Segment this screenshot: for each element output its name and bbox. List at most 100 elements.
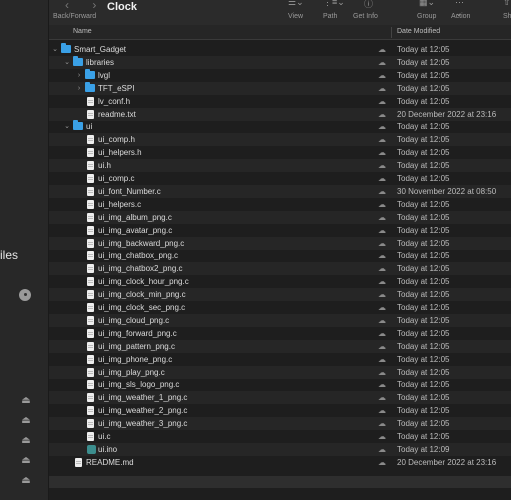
document-icon <box>87 199 94 209</box>
folder-row[interactable]: › TFT_eSPI ☁ Today at 12:05 <box>49 81 511 95</box>
folder-icon <box>85 68 95 79</box>
document-icon <box>87 212 94 222</box>
path-label: Path <box>323 13 338 20</box>
file-row[interactable]: ui_img_phone_png.c ☁ Today at 12:05 <box>49 353 511 366</box>
file-row[interactable]: ui_helpers.h ☁ Today at 12:05 <box>49 146 511 159</box>
date-modified: Today at 12:05 <box>397 380 450 390</box>
cloud-icon: ☁ <box>378 341 386 351</box>
cloud-icon: ☁ <box>378 367 386 377</box>
document-icon <box>87 264 94 274</box>
file-name: ui_img_play_png.c <box>98 367 165 377</box>
chevron-down-icon[interactable]: ⌄ <box>51 43 59 56</box>
date-modified: Today at 12:05 <box>397 161 450 171</box>
date-modified: Today at 12:05 <box>397 212 450 222</box>
file-row[interactable]: ui_img_play_png.c ☁ Today at 12:05 <box>49 365 511 379</box>
file-row[interactable]: lv_conf.h ☁ Today at 12:05 <box>49 95 511 108</box>
sidebar: iles ⏏ ⏏ ⏏ ⏏ ⏏ <box>0 0 49 500</box>
file-row[interactable]: ui_img_chatbox2_png.c ☁ Today at 12:05 <box>49 262 511 276</box>
file-name: ui_img_weather_1_png.c <box>98 393 188 403</box>
date-modified: Today at 12:05 <box>397 57 450 67</box>
file-row[interactable]: ui_comp.c ☁ Today at 12:05 <box>49 172 511 185</box>
file-name: readme.txt <box>98 109 136 119</box>
file-row[interactable]: ui_img_avatar_png.c ☁ Today at 12:05 <box>49 224 511 237</box>
date-column-header[interactable]: Date Modified <box>397 28 440 35</box>
file-row[interactable]: ui.h ☁ Today at 12:05 <box>49 159 511 173</box>
file-row[interactable]: ui_img_clock_hour_png.c ☁ Today at 12:05 <box>49 275 511 288</box>
file-name: ui_img_weather_2_png.c <box>98 406 188 416</box>
file-row[interactable]: ui_img_weather_1_png.c ☁ Today at 12:05 <box>49 391 511 405</box>
date-modified: Today at 12:05 <box>397 45 450 54</box>
file-name: TFT_eSPI <box>98 83 135 93</box>
file-row[interactable]: readme.txt ☁ 20 December 2022 at 23:16 <box>49 107 511 121</box>
file-row[interactable]: ui_img_weather_3_png.c ☁ Today at 12:05 <box>49 417 511 431</box>
date-modified: Today at 12:05 <box>397 406 450 416</box>
document-icon <box>87 238 94 248</box>
file-row[interactable]: ui_img_sls_logo_png.c ☁ Today at 12:05 <box>49 378 511 391</box>
cloud-icon: ☁ <box>378 212 386 222</box>
document-icon <box>87 225 94 235</box>
file-row[interactable]: ui_img_weather_2_png.c ☁ Today at 12:05 <box>49 404 511 417</box>
file-row[interactable]: ui_img_album_png.c ☁ Today at 12:05 <box>49 210 511 224</box>
file-row[interactable]: ui.c ☁ Today at 12:05 <box>49 430 511 443</box>
file-row[interactable]: ui_img_chatbox_png.c ☁ Today at 12:05 <box>49 249 511 262</box>
eject-icon[interactable]: ⏏ <box>21 456 31 466</box>
cloud-icon: ☁ <box>378 70 386 80</box>
back-forward-buttons[interactable]: ‹ › <box>65 0 106 12</box>
action-label: Action <box>451 13 471 20</box>
file-row[interactable]: ui_comp.h ☁ Today at 12:05 <box>49 133 511 147</box>
cloud-icon: ☁ <box>378 457 386 467</box>
cloud-icon: ☁ <box>378 264 386 274</box>
arduino-file-icon <box>87 444 96 454</box>
share-label: Sh <box>503 13 511 20</box>
folder-icon <box>73 120 83 131</box>
chevron-down-icon[interactable]: ⌄ <box>63 120 71 133</box>
eject-icon[interactable]: ⏏ <box>21 416 31 426</box>
date-modified: Today at 12:05 <box>397 225 450 235</box>
file-row[interactable]: ui_img_clock_min_png.c ☁ Today at 12:05 <box>49 288 511 302</box>
cloud-icon: ☁ <box>378 161 386 171</box>
document-icon <box>87 432 94 441</box>
chevron-right-icon[interactable]: › <box>75 69 83 82</box>
document-icon <box>87 96 94 106</box>
file-row[interactable]: ui_img_backward_png.c ☁ Today at 12:05 <box>49 236 511 250</box>
column-divider[interactable] <box>391 27 392 38</box>
folder-row[interactable]: ⌄ Smart_Gadget ☁ Today at 12:05 <box>49 43 511 56</box>
eject-icon[interactable]: ⏏ <box>21 436 31 446</box>
folder-row[interactable]: ⌄ libraries ☁ Today at 12:05 <box>49 55 511 69</box>
date-modified: Today at 12:05 <box>397 96 450 106</box>
eject-icon[interactable]: ⏏ <box>21 476 31 486</box>
folder-row[interactable]: › lvgl ☁ Today at 12:05 <box>49 68 511 82</box>
chevron-down-icon[interactable]: ⌄ <box>63 56 71 69</box>
file-row[interactable]: ui.ino ☁ Today at 12:09 <box>49 442 511 456</box>
file-name: ui_helpers.c <box>98 199 142 209</box>
name-column-header[interactable]: Name <box>73 28 92 35</box>
path-bar <box>49 476 511 488</box>
list-view-icon: ☰⌄ <box>288 0 304 7</box>
date-modified: Today at 12:05 <box>397 174 450 183</box>
file-row[interactable]: ui_img_clock_sec_png.c ☁ Today at 12:05 <box>49 301 511 314</box>
document-icon <box>87 277 94 287</box>
file-row[interactable]: ui_img_pattern_png.c ☁ Today at 12:05 <box>49 339 511 353</box>
disk-icon[interactable] <box>19 289 31 301</box>
date-modified: Today at 12:05 <box>397 148 450 158</box>
file-row[interactable]: ui_img_cloud_png.c ☁ Today at 12:05 <box>49 313 511 327</box>
file-row[interactable]: ui_img_forward_png.c ☁ Today at 12:05 <box>49 327 511 340</box>
eject-icon[interactable]: ⏏ <box>21 396 31 406</box>
file-name: ui.h <box>98 161 111 171</box>
file-name: Smart_Gadget <box>74 45 127 54</box>
date-modified: 20 December 2022 at 23:16 <box>397 457 497 467</box>
document-icon <box>87 315 94 325</box>
file-row[interactable]: ui_helpers.c ☁ Today at 12:05 <box>49 198 511 211</box>
file-row[interactable]: README.md ☁ 20 December 2022 at 23:16 <box>49 456 511 469</box>
cloud-icon: ☁ <box>378 277 386 287</box>
file-name: README.md <box>86 457 134 467</box>
chevron-right-icon[interactable]: › <box>75 82 83 95</box>
cloud-icon: ☁ <box>378 148 386 158</box>
file-name: ui_img_clock_hour_png.c <box>98 277 189 287</box>
date-modified: Today at 12:05 <box>397 315 450 325</box>
sidebar-item-files[interactable]: iles <box>0 248 18 262</box>
folder-row[interactable]: ⌄ ui ☁ Today at 12:05 <box>49 120 511 133</box>
date-modified: Today at 12:05 <box>397 238 450 248</box>
file-row[interactable]: ui_font_Number.c ☁ 30 November 2022 at 08:… <box>49 184 511 198</box>
folder-icon <box>85 81 95 92</box>
